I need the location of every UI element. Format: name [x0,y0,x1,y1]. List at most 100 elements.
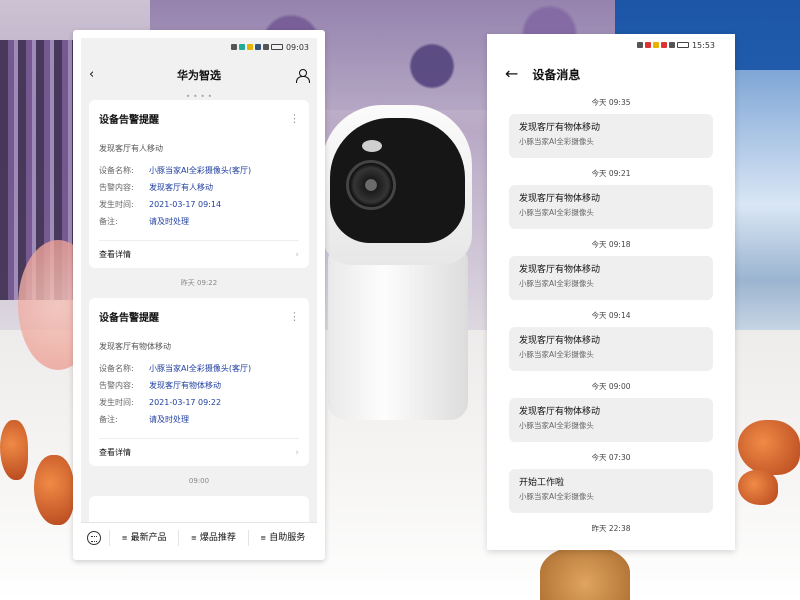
message-device: 小豚当家AI全彩摄像头 [519,421,594,430]
left-phone: 09:03 ‹ 华为智选 • • • • 设备告警提醒 ⋮ 发现客厅有人移动 设… [73,30,325,560]
message-time: 今天 09:18 [591,240,631,249]
message-item[interactable]: 发现客厅有物体移动 小豚当家AI全彩摄像头 [509,114,713,158]
page-title: 华为智选 [177,69,221,82]
status-bar: 09:03 [81,38,317,56]
signal-icon [636,42,643,48]
message-list: 今天 09:35 发现客厅有物体移动 小豚当家AI全彩摄像头 今天 09:21 … [487,92,735,540]
app-icon [660,42,667,48]
detail-key: 备注: [99,217,118,226]
detail-key: 设备名称: [99,166,134,175]
detail-value: 小豚当家AI全彩摄像头(客厅) [149,364,252,373]
chevron-right-icon: › [295,447,299,458]
battery-icon [270,44,283,50]
message-title: 发现客厅有物体移动 [519,336,601,346]
time-separator: 昨天 09:22 [180,279,218,287]
card-title: 设备告警提醒 [99,114,159,126]
detail-key: 发生时间: [99,398,134,407]
message-title: 发现客厅有物体移动 [519,407,601,417]
back-arrow-icon[interactable]: ← [505,66,518,82]
nav-item-hot-picks[interactable]: ≡ 爆品推荐 [178,529,247,546]
bottom-nav: ≡ 最新产品 ≡ 爆品推荐 ≡ 自助服务 [81,522,317,552]
status-bar: 15:53 [487,34,735,56]
view-details-label: 查看详情 [99,448,131,457]
time-separator: 09:00 [188,477,210,485]
detail-row: 发生时间: 2021-03-17 09:22 [99,394,299,411]
menu-icon: ≡ [260,533,267,542]
message-title: 开始工作啦 [519,478,565,488]
detail-key: 告警内容: [99,381,134,390]
keyboard-icon[interactable] [87,530,101,545]
camera-light [362,140,382,152]
nav-item-label: 最新产品 [130,532,167,543]
view-details-link[interactable]: 查看详情 › [99,438,299,466]
status-icons [230,44,283,50]
background-leaf [0,420,28,480]
detail-key: 告警内容: [99,183,134,192]
status-time: 15:53 [691,40,715,50]
right-phone: 15:53 ← 设备消息 今天 09:35 发现客厅有物体移动 小豚当家AI全彩… [487,34,735,550]
detail-row: 备注: 请及时处理 [99,411,299,428]
message-title: 发现客厅有物体移动 [519,123,601,133]
menu-icon: ≡ [121,533,128,542]
message-item[interactable]: 发现客厅有物体移动 小豚当家AI全彩摄像头 [509,256,713,300]
app-icon [254,44,261,50]
menu-icon: ≡ [191,533,197,542]
page-title: 设备消息 [532,67,581,82]
card-title: 设备告警提醒 [99,312,159,324]
view-details-link[interactable]: 查看详情 › [99,240,299,268]
alert-card: 设备告警提醒 ⋮ 发现客厅有物体移动 设备名称: 小豚当家AI全彩摄像头(客厅)… [89,298,309,466]
battery-icon [676,42,689,48]
detail-value: 请及时处理 [149,217,189,226]
user-icon[interactable] [295,68,310,83]
detail-row: 设备名称: 小豚当家AI全彩摄像头(客厅) [99,360,299,377]
detail-value: 小豚当家AI全彩摄像头(客厅) [149,166,252,175]
message-time: 今天 09:21 [591,169,631,178]
detail-row: 设备名称: 小豚当家AI全彩摄像头(客厅) [99,162,299,179]
wifi-icon [668,42,675,48]
status-time: 09:03 [285,42,309,52]
background-nut [540,545,630,600]
detail-row: 告警内容: 发现客厅有人移动 [99,179,299,196]
card-subtitle: 发现客厅有物体移动 [99,342,171,351]
detail-row: 告警内容: 发现客厅有物体移动 [99,377,299,394]
background-leaf [738,470,778,505]
camera-body [328,250,468,420]
message-device: 小豚当家AI全彩摄像头 [519,492,594,501]
detail-row: 备注: 请及时处理 [99,213,299,230]
more-vertical-icon[interactable]: ⋮ [289,310,300,323]
view-details-label: 查看详情 [99,250,131,259]
message-title: 发现客厅有物体移动 [519,194,601,204]
message-device: 小豚当家AI全彩摄像头 [519,137,594,146]
nav-item-label: 自助服务 [269,532,306,543]
alert-card: 设备告警提醒 ⋮ 发现客厅有人移动 设备名称: 小豚当家AI全彩摄像头(客厅) … [89,100,309,268]
detail-value: 2021-03-17 09:14 [149,200,222,209]
status-icons [636,42,689,48]
detail-value: 请及时处理 [149,415,189,424]
message-item[interactable]: 开始工作啦 小豚当家AI全彩摄像头 [509,469,713,513]
card-subtitle: 发现客厅有人移动 [99,144,163,153]
detail-key: 发生时间: [99,200,134,209]
detail-value: 发现客厅有物体移动 [149,381,221,390]
detail-key: 备注: [99,415,118,424]
message-time: 今天 07:30 [591,453,631,462]
message-item[interactable]: 发现客厅有物体移动 小豚当家AI全彩摄像头 [509,185,713,229]
background-photo [735,70,800,370]
app-header: ← 设备消息 [487,56,735,92]
more-vertical-icon[interactable]: ⋮ [289,112,300,125]
nav-item-self-service[interactable]: ≡ 自助服务 [247,529,317,546]
message-item[interactable]: 发现客厅有物体移动 小豚当家AI全彩摄像头 [509,327,713,371]
app-header: ‹ 华为智选 [81,56,317,94]
message-item[interactable]: 发现客厅有物体移动 小豚当家AI全彩摄像头 [509,398,713,442]
camera-lens [346,160,396,210]
chevron-right-icon: › [295,249,299,260]
detail-row: 发生时间: 2021-03-17 09:14 [99,196,299,213]
nav-item-label: 爆品推荐 [199,532,236,543]
message-title: 发现客厅有物体移动 [519,265,601,275]
app-icon [652,42,659,48]
message-time: 今天 09:00 [591,382,631,391]
signal-icon [230,44,237,50]
wifi-icon [262,44,269,50]
nav-item-latest-products[interactable]: ≡ 最新产品 [109,529,178,546]
back-arrow-icon[interactable]: ‹ [89,68,103,82]
app-icon [644,42,651,48]
